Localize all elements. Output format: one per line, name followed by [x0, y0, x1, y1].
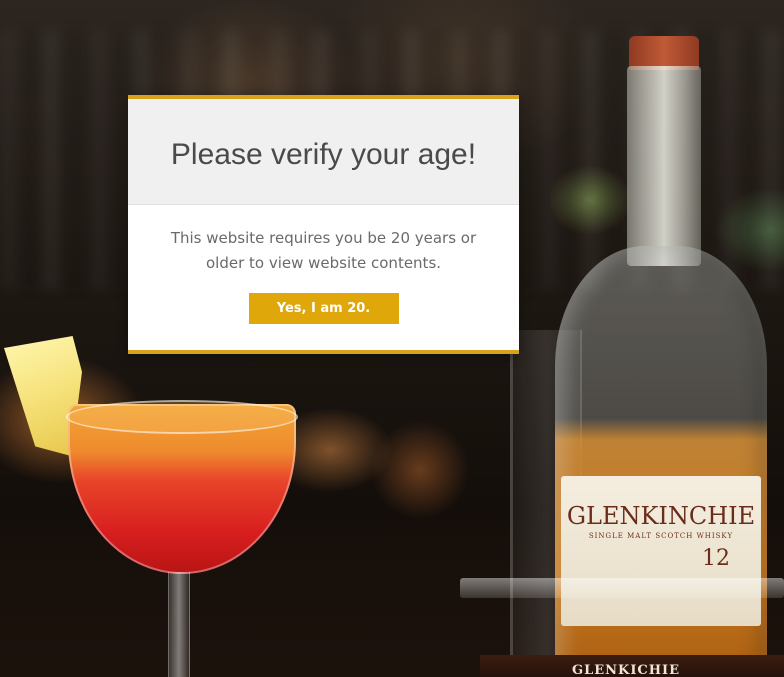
glass-rim [66, 400, 298, 434]
glass-stem [168, 572, 190, 677]
bottle-age: 12 [702, 546, 730, 571]
cocktail-glass [0, 300, 320, 677]
bottle-cap [629, 36, 699, 70]
confirm-age-button[interactable]: Yes, I am 20. [248, 293, 399, 324]
acrylic-stand [460, 578, 784, 598]
age-verification-modal: Please verify your age! This website req… [128, 95, 519, 354]
base-sign: GLENKICHIE [480, 655, 784, 677]
bottle-subtitle: SINGLE MALT SCOTCH WHISKY [588, 532, 734, 540]
bottle-label: GLENKINCHIE SINGLE MALT SCOTCH WHISKY 12 [561, 476, 761, 626]
modal-title: Please verify your age! [170, 137, 477, 171]
modal-body: This website requires you be 20 years or… [128, 205, 519, 324]
bottle-neck [627, 66, 701, 266]
bottle-brand: GLENKINCHIE [566, 502, 756, 530]
modal-header: Please verify your age! [128, 99, 519, 205]
modal-message: This website requires you be 20 years or… [170, 229, 477, 272]
